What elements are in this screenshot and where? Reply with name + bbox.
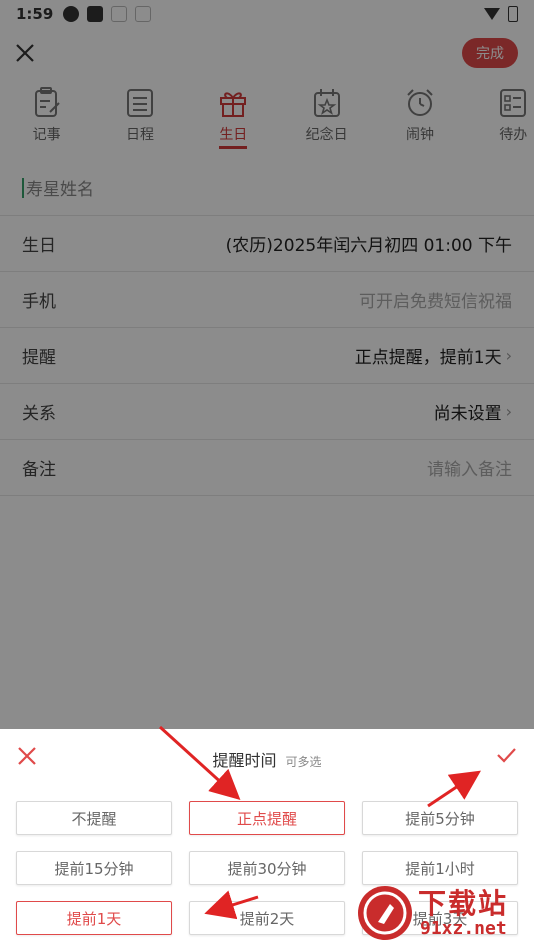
sheet-title: 提醒时间 — [212, 751, 277, 770]
option-15-minutes[interactable]: 提前15分钟 — [16, 851, 172, 885]
sheet-subtitle: 可多选 — [285, 755, 322, 769]
checkmark-icon[interactable] — [494, 743, 518, 767]
watermark: 下载站 91xz.net — [356, 880, 528, 946]
watermark-logo-icon — [358, 886, 412, 940]
option-on-time[interactable]: 正点提醒 — [189, 801, 345, 835]
watermark-title: 下载站 — [418, 887, 509, 920]
option-2-days[interactable]: 提前2天 — [189, 901, 345, 935]
watermark-site: 91xz.net — [420, 918, 507, 939]
dim-overlay[interactable] — [0, 0, 534, 729]
sheet-title-wrap: 提醒时间 可多选 — [0, 747, 534, 771]
option-no-reminder[interactable]: 不提醒 — [16, 801, 172, 835]
option-5-minutes[interactable]: 提前5分钟 — [362, 801, 518, 835]
option-1-day[interactable]: 提前1天 — [16, 901, 172, 935]
option-30-minutes[interactable]: 提前30分钟 — [189, 851, 345, 885]
sheet-header: 提醒时间 可多选 — [0, 729, 534, 785]
